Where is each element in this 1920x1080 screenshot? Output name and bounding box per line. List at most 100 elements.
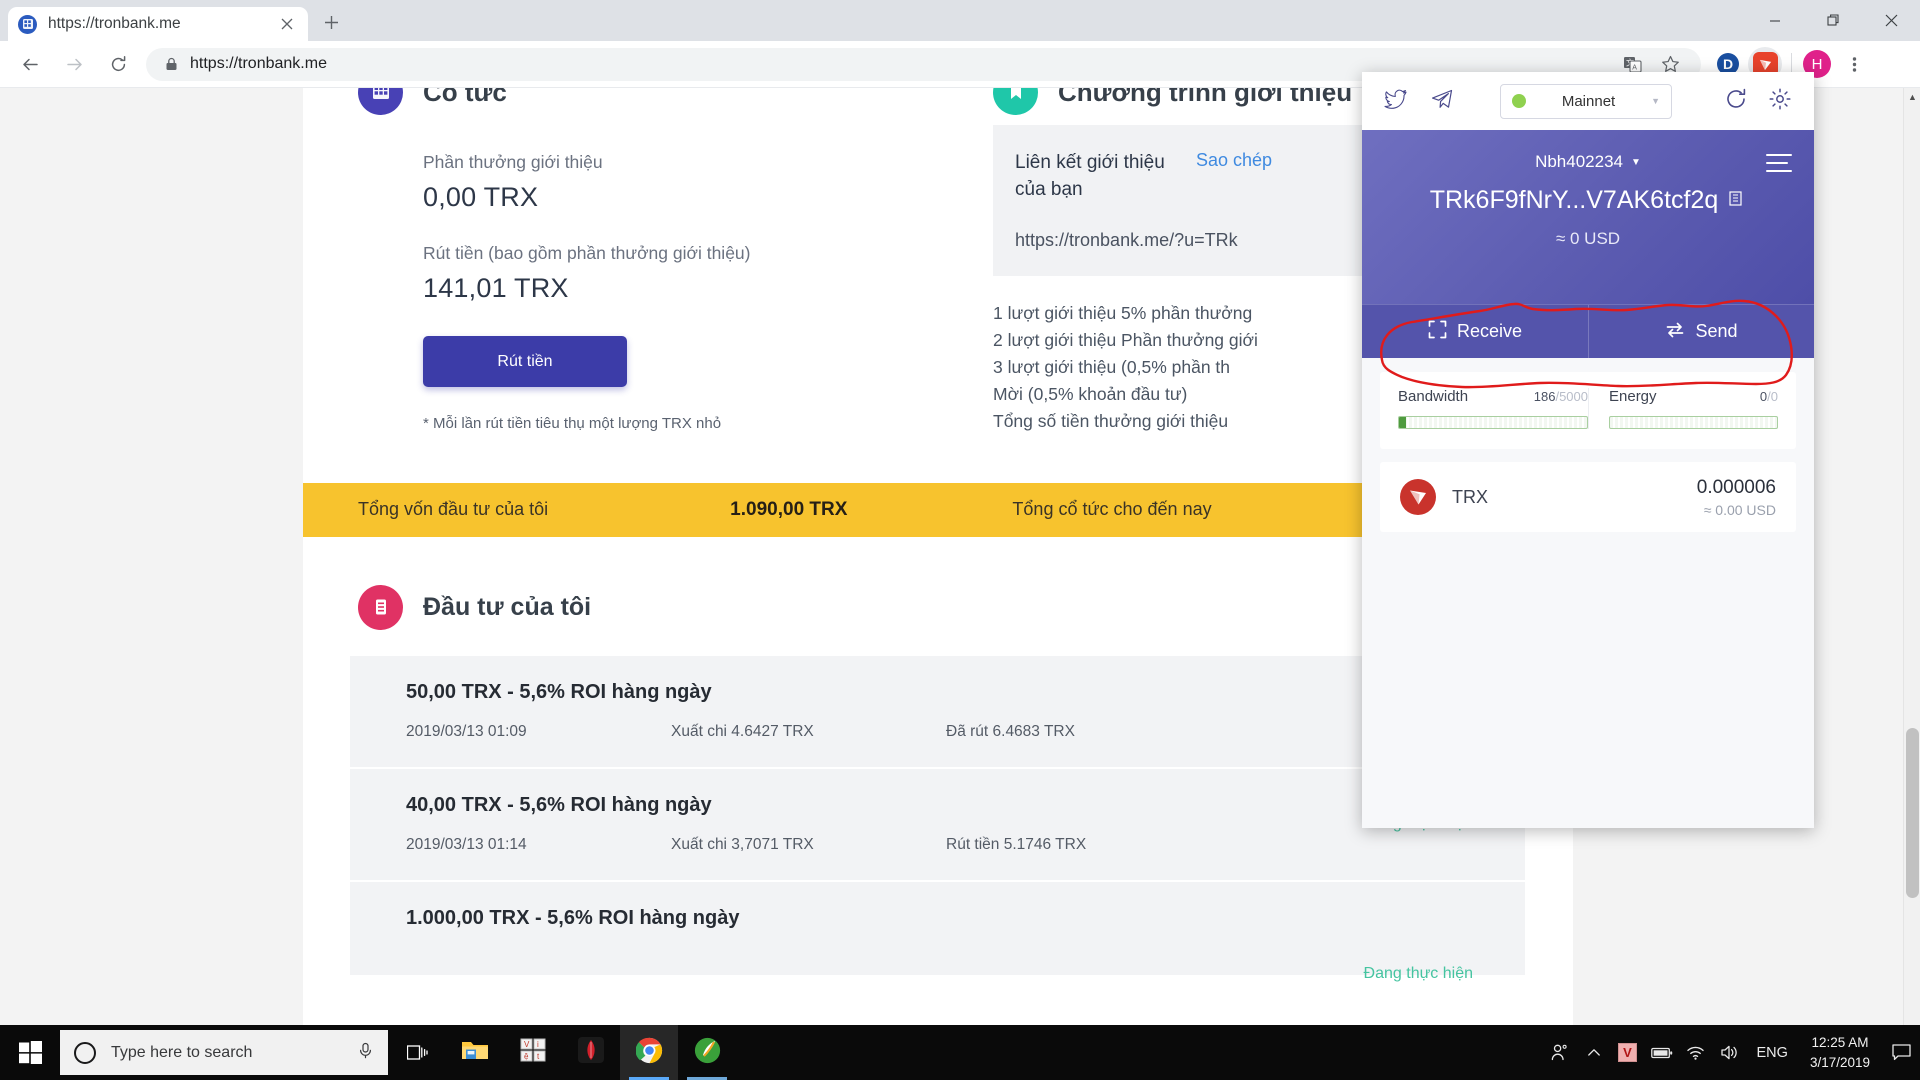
referral-reward-block: Phần thưởng giới thiệu 0,00 TRX xyxy=(303,152,938,213)
network-status-dot-icon xyxy=(1512,94,1526,108)
taskbar-app-tor-browser[interactable] xyxy=(562,1025,620,1080)
lock-icon xyxy=(160,57,182,71)
twitter-icon[interactable] xyxy=(1384,87,1408,116)
qr-scan-icon xyxy=(1428,320,1447,344)
table-row[interactable]: 50,00 TRX - 5,6% ROI hàng ngày 2019/03/1… xyxy=(350,655,1525,769)
cortana-circle-icon xyxy=(74,1041,96,1064)
table-row[interactable]: 1.000,00 TRX - 5,6% ROI hàng ngày Đang t… xyxy=(350,881,1525,982)
account-usd-value: ≈ 0 USD xyxy=(1555,229,1621,248)
status-badge: Đang thực hiện xyxy=(1363,964,1473,982)
reload-icon[interactable] xyxy=(100,46,136,82)
svg-text:V: V xyxy=(524,1040,530,1049)
bandwidth-header: Bandwidth 186/5000 xyxy=(1398,388,1588,405)
chrome-icon xyxy=(635,1037,663,1069)
three-dot-menu-icon[interactable] xyxy=(1836,47,1872,81)
tor-icon xyxy=(578,1037,604,1068)
battery-icon[interactable] xyxy=(1645,1025,1679,1080)
scroll-up-arrow-icon[interactable]: ▲ xyxy=(1904,88,1920,105)
clock[interactable]: 12:25 AM 3/17/2019 xyxy=(1798,1033,1882,1071)
browser-tab[interactable]: https://tronbank.me xyxy=(8,7,308,41)
receive-button[interactable]: Receive xyxy=(1362,305,1588,358)
clock-time: 12:25 AM xyxy=(1811,1035,1869,1051)
investment-list-icon xyxy=(358,584,403,630)
investment-withdrawn: Rút tiền 5.1746 TRX xyxy=(946,835,1087,853)
hamburger-menu-icon[interactable] xyxy=(1766,154,1792,172)
tronlink-topbar-actions xyxy=(1724,87,1792,116)
scrollbar-thumb[interactable] xyxy=(1906,728,1919,898)
new-tab-icon[interactable] xyxy=(314,5,348,39)
investment-amount: 1.000,00 TRX - 5,6% ROI hàng ngày xyxy=(406,906,740,929)
svg-text:A: A xyxy=(1632,64,1637,71)
coccoc-icon xyxy=(694,1037,721,1069)
network-selector[interactable]: Mainnet ▼ xyxy=(1500,83,1672,119)
maximize-icon[interactable] xyxy=(1804,0,1862,41)
antivirus-v-icon[interactable]: V xyxy=(1611,1025,1645,1080)
bandwidth-value: 186/5000 xyxy=(1533,389,1588,404)
bandwidth-resource: Bandwidth 186/5000 xyxy=(1398,388,1588,429)
withdrawable-block: Rút tiền (bao gồm phần thưởng giới thiệu… xyxy=(303,243,938,304)
browser-tab-title: https://tronbank.me xyxy=(48,15,181,32)
send-arrows-icon xyxy=(1665,320,1685,344)
copy-icon[interactable] xyxy=(1728,186,1746,215)
send-label: Send xyxy=(1695,321,1738,341)
withdraw-note: * Mỗi lần rút tiền tiêu thụ một lượng TR… xyxy=(423,415,722,432)
dividend-card: Cổ tức Phần thưởng giới thiệu 0,00 TRX R… xyxy=(303,88,938,435)
token-usd: ≈ 0.00 USD xyxy=(1703,501,1776,518)
search-input[interactable]: Type here to search xyxy=(60,1030,388,1075)
investment-meta: 2019/03/13 01:09 Xuất chi 4.6427 TRX Đã … xyxy=(350,723,1525,741)
bandwidth-label: Bandwidth xyxy=(1398,388,1469,405)
copy-link-button[interactable]: Sao chép xyxy=(1196,150,1272,171)
windows-start-icon[interactable] xyxy=(0,1025,60,1080)
referral-badge-icon xyxy=(993,88,1038,115)
unikey-icon: Việt xyxy=(520,1038,546,1067)
forward-arrow-icon[interactable] xyxy=(56,46,92,82)
account-selector[interactable]: Nbh402234 ▼ xyxy=(1535,130,1641,172)
referral-card-title: Chương trình giới thiệu xyxy=(1058,88,1353,107)
speaker-icon[interactable] xyxy=(1713,1025,1747,1080)
taskbar-app-google-chrome[interactable] xyxy=(620,1025,678,1080)
microphone-icon[interactable] xyxy=(357,1042,374,1064)
investment-paid: Xuất chi 4.6427 TRX xyxy=(671,722,814,740)
tronlink-social-links xyxy=(1384,87,1454,116)
minimize-icon[interactable] xyxy=(1746,0,1804,41)
search-placeholder: Type here to search xyxy=(111,1043,253,1061)
withdraw-button[interactable]: Rút tiền xyxy=(423,336,627,387)
tronlink-body: Bandwidth 186/5000 Energy 0/0 TRX 0.0000… xyxy=(1362,358,1814,828)
refresh-icon[interactable] xyxy=(1724,87,1748,116)
language-indicator[interactable]: ENG xyxy=(1747,1045,1798,1061)
task-view-icon[interactable] xyxy=(388,1025,446,1080)
list-item[interactable]: TRX 0.000006 ≈ 0.00 USD xyxy=(1380,462,1796,532)
show-hidden-icons-icon[interactable] xyxy=(1577,1025,1611,1080)
page-scrollbar[interactable]: ▲ ▼ xyxy=(1903,88,1920,1053)
taskbar-app-unikey[interactable]: Việt xyxy=(504,1025,562,1080)
people-icon[interactable] xyxy=(1543,1025,1577,1080)
energy-resource: Energy 0/0 xyxy=(1588,388,1778,429)
account-name: Nbh402234 xyxy=(1535,152,1623,171)
telegram-icon[interactable] xyxy=(1430,87,1454,116)
send-button[interactable]: Send xyxy=(1588,305,1814,358)
taskbar-app-file-explorer[interactable] xyxy=(446,1025,504,1080)
referral-reward-value: 0,00 TRX xyxy=(423,182,539,212)
energy-value: 0/0 xyxy=(1759,389,1778,404)
investment-withdrawn: Đã rút 6.4683 TRX xyxy=(946,722,1075,740)
energy-label: Energy xyxy=(1609,388,1657,405)
token-amount: 0.000006 xyxy=(1696,476,1776,498)
gear-icon[interactable] xyxy=(1768,87,1792,116)
wifi-icon[interactable] xyxy=(1679,1025,1713,1080)
close-icon[interactable] xyxy=(276,13,298,35)
back-arrow-icon[interactable] xyxy=(12,46,48,82)
withdrawable-value: 141,01 TRX xyxy=(423,273,569,303)
token-balance: 0.000006 ≈ 0.00 USD xyxy=(1697,477,1776,518)
taskbar-app-coc-coc-browser[interactable] xyxy=(678,1025,736,1080)
investment-date: 2019/03/13 01:09 xyxy=(406,722,527,740)
withdrawable-label: Rút tiền (bao gồm phần thưởng giới thiệu… xyxy=(423,243,751,263)
close-window-icon[interactable] xyxy=(1862,0,1920,41)
energy-progress-bar xyxy=(1609,416,1778,429)
table-row[interactable]: 40,00 TRX - 5,6% ROI hàng ngày 2019/03/1… xyxy=(350,768,1525,882)
token-name: TRX xyxy=(1452,486,1488,507)
referral-reward-label: Phần thưởng giới thiệu xyxy=(423,152,603,172)
action-center-icon[interactable] xyxy=(1882,1025,1920,1080)
network-label: Mainnet xyxy=(1561,92,1616,110)
tron-coin-icon xyxy=(1400,479,1436,515)
system-tray: V ENG 12:25 AM 3/17/2019 xyxy=(1543,1025,1920,1080)
